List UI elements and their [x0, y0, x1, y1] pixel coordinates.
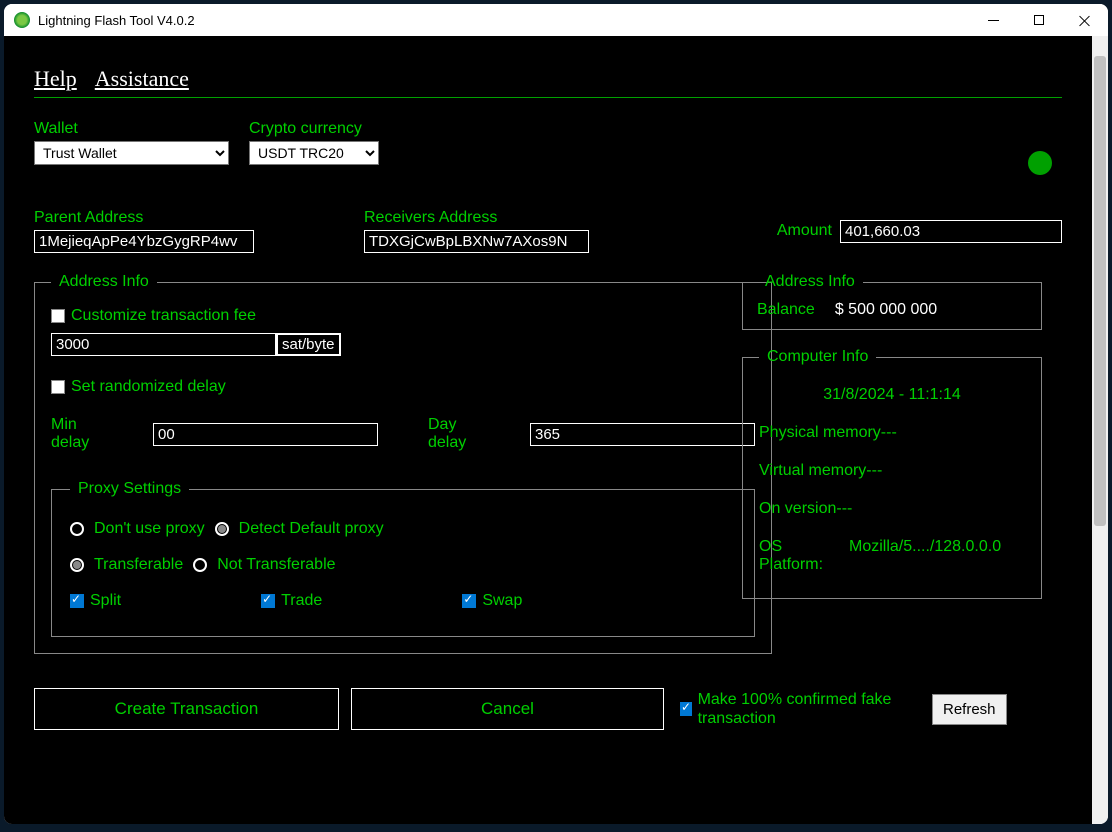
computer-info-fieldset: Computer Info 31/8/2024 - 11:1:14 Physic…: [742, 348, 1042, 599]
cancel-button[interactable]: Cancel: [351, 688, 664, 730]
right-address-info-fieldset: Address Info Balance $ 500 000 000: [742, 273, 1042, 330]
refresh-button[interactable]: Refresh: [932, 694, 1007, 725]
address-info-fieldset: Address Info Customize transaction fee s…: [34, 273, 772, 654]
confirm-fake-checkbox[interactable]: [680, 702, 692, 716]
min-delay-input[interactable]: [153, 423, 378, 446]
amount-input[interactable]: [840, 220, 1062, 243]
fee-input[interactable]: [51, 333, 276, 356]
crypto-select[interactable]: USDT TRC20: [249, 141, 379, 165]
menu-assistance[interactable]: Assistance: [95, 66, 189, 92]
swap-checkbox[interactable]: [462, 594, 476, 608]
app-icon: [14, 12, 30, 28]
physical-memory: Physical memory---: [759, 424, 1025, 442]
not-transferable-label: Not Transferable: [217, 556, 335, 574]
proxy-settings-legend: Proxy Settings: [70, 480, 189, 498]
menu-help[interactable]: Help: [34, 66, 77, 92]
maximize-button[interactable]: [1016, 4, 1062, 36]
detect-default-proxy-label: Detect Default proxy: [239, 520, 384, 538]
proxy-settings-fieldset: Proxy Settings Don't use proxy Detect De…: [51, 480, 755, 637]
on-version: On version---: [759, 500, 1025, 518]
confirm-fake-label: Make 100% confirmed fake transaction: [698, 690, 918, 728]
not-transferable-radio[interactable]: [193, 558, 207, 572]
vertical-scrollbar[interactable]: [1092, 36, 1108, 824]
balance-label: Balance: [757, 301, 815, 319]
content-area: Help Assistance Wallet Trust Wallet Cryp…: [4, 36, 1092, 824]
parent-address-input[interactable]: [34, 230, 254, 253]
app-window: Lightning Flash Tool V4.0.2 Help Assista…: [4, 4, 1108, 824]
virtual-memory: Virtual memory---: [759, 462, 1025, 480]
os-platform-label: OS Platform:: [759, 538, 849, 574]
minimize-button[interactable]: [970, 4, 1016, 36]
customize-fee-checkbox[interactable]: [51, 309, 65, 323]
address-info-legend: Address Info: [51, 273, 157, 291]
titlebar: Lightning Flash Tool V4.0.2: [4, 4, 1108, 36]
customize-fee-label: Customize transaction fee: [71, 307, 256, 325]
day-delay-input[interactable]: [530, 423, 755, 446]
set-randomized-delay-label: Set randomized delay: [71, 378, 226, 396]
computer-info-legend: Computer Info: [759, 348, 876, 366]
dont-use-proxy-label: Don't use proxy: [94, 520, 205, 538]
split-checkbox[interactable]: [70, 594, 84, 608]
menu-bar: Help Assistance: [34, 66, 1062, 98]
crypto-label: Crypto currency: [249, 120, 379, 138]
wallet-label: Wallet: [34, 120, 229, 138]
min-delay-label: Min delay: [51, 416, 103, 452]
close-button[interactable]: [1062, 4, 1108, 36]
detect-default-proxy-radio[interactable]: [215, 522, 229, 536]
window-title: Lightning Flash Tool V4.0.2: [38, 13, 970, 28]
os-platform-value: Mozilla/5..../128.0.0.0: [849, 538, 1001, 574]
trade-label: Trade: [281, 592, 322, 610]
swap-label: Swap: [482, 592, 522, 610]
day-delay-label: Day delay: [428, 416, 480, 452]
scroll-thumb[interactable]: [1094, 56, 1106, 526]
computer-info-date: 31/8/2024 - 11:1:14: [759, 386, 1025, 404]
trade-checkbox[interactable]: [261, 594, 275, 608]
transferable-label: Transferable: [94, 556, 183, 574]
create-transaction-button[interactable]: Create Transaction: [34, 688, 339, 730]
sat-byte-label: sat/byte: [276, 333, 341, 356]
receivers-address-input[interactable]: [364, 230, 589, 253]
receivers-address-label: Receivers Address: [364, 209, 589, 227]
wallet-select[interactable]: Trust Wallet: [34, 141, 229, 165]
balance-value: $ 500 000 000: [835, 301, 937, 319]
transferable-radio[interactable]: [70, 558, 84, 572]
amount-label: Amount: [777, 222, 832, 240]
split-label: Split: [90, 592, 121, 610]
right-address-info-legend: Address Info: [757, 273, 863, 291]
dont-use-proxy-radio[interactable]: [70, 522, 84, 536]
status-indicator-icon: [1028, 151, 1052, 175]
parent-address-label: Parent Address: [34, 209, 254, 227]
set-randomized-delay-checkbox[interactable]: [51, 380, 65, 394]
